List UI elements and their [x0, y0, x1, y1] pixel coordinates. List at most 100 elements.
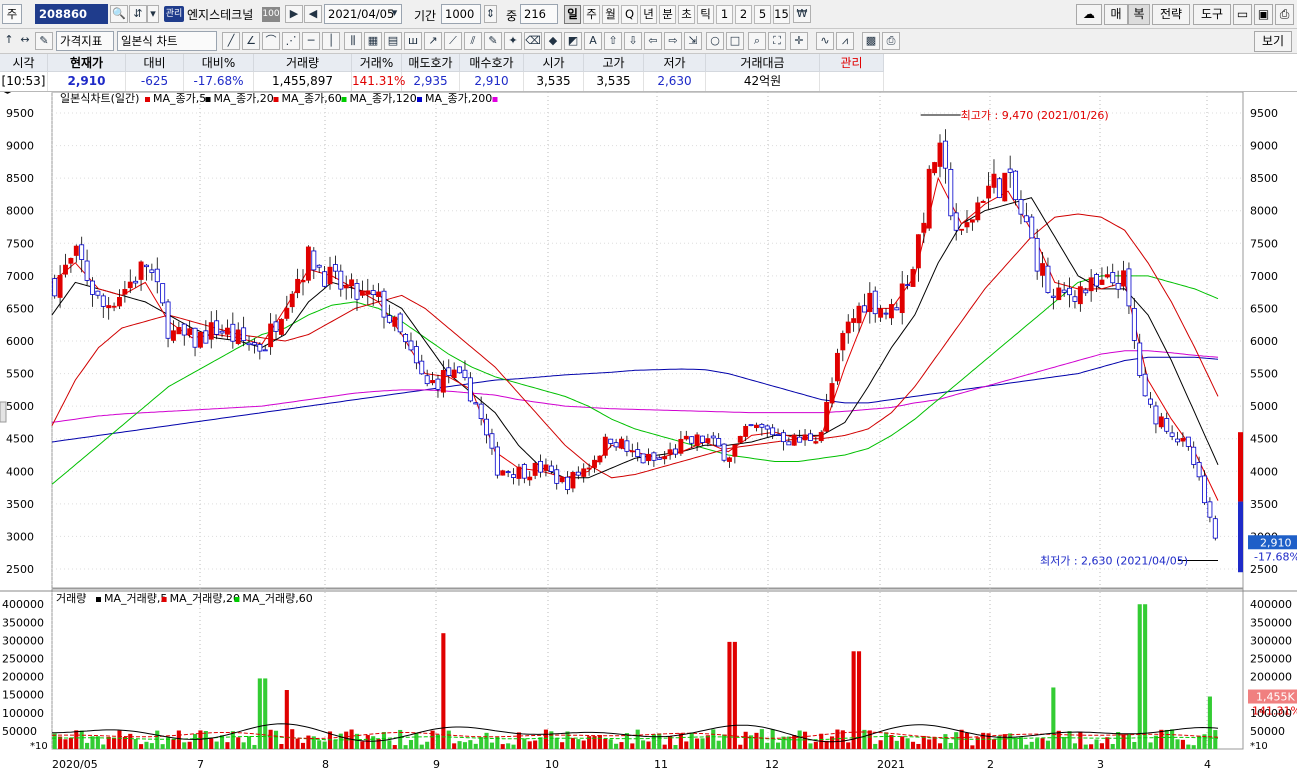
- period-button-8[interactable]: 1: [716, 5, 733, 24]
- volume-scale-right: *10: [1250, 741, 1268, 752]
- period-button-6[interactable]: 초: [678, 5, 695, 24]
- period-input[interactable]: 1000: [441, 4, 481, 24]
- volume-bar: [371, 736, 376, 749]
- next-icon[interactable]: ▶: [285, 5, 303, 23]
- eraser-icon[interactable]: ⌫: [524, 32, 542, 50]
- resize-arrows-icon[interactable]: ↔: [16, 32, 34, 50]
- circle-tool-icon[interactable]: ○: [706, 32, 724, 50]
- volume-bar: [630, 743, 635, 749]
- paint-icon[interactable]: ◆: [544, 32, 562, 50]
- chart-type-select[interactable]: 일본식 차트: [117, 31, 217, 51]
- calendar-dropdown-icon[interactable]: ▾: [388, 5, 401, 23]
- candle-body: [494, 446, 500, 476]
- prev-icon[interactable]: ◀: [304, 5, 322, 23]
- candle-body: [818, 432, 824, 442]
- chart-edit-icon[interactable]: ◩: [564, 32, 582, 50]
- volume-bar: [678, 733, 683, 749]
- stock-chart[interactable]: 2500250030003000350035004000400045004500…: [0, 87, 1297, 777]
- pencil-icon[interactable]: ✎: [484, 32, 502, 50]
- magic-icon[interactable]: ✦: [504, 32, 522, 50]
- export-icon[interactable]: ⇲: [684, 32, 702, 50]
- fullscreen-icon[interactable]: ⛶: [768, 32, 786, 50]
- edit-icon[interactable]: ✎: [35, 32, 53, 50]
- period-button-3[interactable]: Q: [621, 5, 638, 24]
- text-tool-icon[interactable]: A: [584, 32, 602, 50]
- period-button-4[interactable]: 년: [640, 5, 657, 24]
- wave-icon[interactable]: ∿: [816, 32, 834, 50]
- volume-bar: [182, 742, 187, 749]
- move-up-icon[interactable]: ⇧: [604, 32, 622, 50]
- candle-body: [667, 449, 673, 455]
- channel-icon[interactable]: ⫼: [344, 32, 362, 50]
- currency-icon[interactable]: ₩: [793, 5, 811, 23]
- arc-tool-icon[interactable]: ⌒: [262, 32, 280, 50]
- period-button-1[interactable]: 주: [583, 5, 600, 24]
- move-left-icon[interactable]: ⇦: [644, 32, 662, 50]
- line-tool-icon[interactable]: ╱: [222, 32, 240, 50]
- signal-icon[interactable]: ⩘: [836, 32, 854, 50]
- period-button-7[interactable]: 틱: [697, 5, 714, 24]
- print-preview-icon[interactable]: ⎙: [882, 32, 900, 50]
- toolbar-button-1[interactable]: 매: [1104, 4, 1128, 25]
- search-icon[interactable]: 🔍: [110, 5, 128, 23]
- vertical-line-icon[interactable]: │: [322, 32, 340, 50]
- table-icon[interactable]: ▤: [384, 32, 402, 50]
- volume-bar: [1083, 744, 1088, 749]
- view-button[interactable]: 보기: [1254, 31, 1292, 52]
- period-spin-icon[interactable]: ⇕: [484, 5, 497, 23]
- sort-icon[interactable]: ⇵: [129, 5, 147, 23]
- dropdown-icon[interactable]: ▾: [147, 5, 159, 23]
- candle-body: [484, 418, 490, 436]
- grid-icon[interactable]: ▦: [364, 32, 382, 50]
- candle-body: [662, 456, 668, 460]
- period-button-2[interactable]: 월: [602, 5, 619, 24]
- candle-body: [964, 222, 970, 228]
- price-tick-left: 7000: [6, 270, 34, 283]
- horizontal-line-icon[interactable]: ─: [302, 32, 320, 50]
- price-tick-right: 9500: [1250, 107, 1278, 120]
- indicator-button[interactable]: 가격지표: [56, 31, 114, 51]
- candle-body: [133, 280, 139, 284]
- tools-button[interactable]: 도구: [1193, 4, 1231, 25]
- rect-tool-icon[interactable]: □: [726, 32, 744, 50]
- open-folder-icon[interactable]: ▭: [1233, 4, 1252, 25]
- stock-code-input[interactable]: 208860: [35, 4, 108, 24]
- candle-body: [856, 305, 862, 324]
- trend-icon[interactable]: ↗: [424, 32, 442, 50]
- parallel-icon[interactable]: ⫽: [464, 32, 482, 50]
- volume-bar: [408, 739, 414, 749]
- period-button-5[interactable]: 분: [659, 5, 676, 24]
- angle-tool-icon[interactable]: ∠: [242, 32, 260, 50]
- move-down-icon[interactable]: ⇩: [624, 32, 642, 50]
- volume-bar: [1002, 734, 1007, 749]
- period-button-0[interactable]: 일: [564, 5, 581, 24]
- market-selector[interactable]: 주: [2, 4, 22, 24]
- volume-tick-left: 150000: [2, 689, 44, 702]
- period-button-11[interactable]: 15: [773, 5, 790, 24]
- price-legend-title: 일본식차트(일간): [60, 92, 139, 105]
- zoom-icon[interactable]: ⌕: [748, 32, 766, 50]
- fan-tool-icon[interactable]: ⋰: [282, 32, 300, 50]
- period-button-10[interactable]: 5: [754, 5, 771, 24]
- cloud-icon[interactable]: ☁: [1076, 4, 1102, 25]
- period-button-9[interactable]: 2: [735, 5, 752, 24]
- volume-bar: [306, 735, 311, 749]
- candle-body: [413, 346, 419, 364]
- candle-body: [392, 316, 398, 327]
- strategy-button[interactable]: 전략: [1152, 4, 1190, 25]
- crosshair-icon[interactable]: ✛: [790, 32, 808, 50]
- up-arrow-icon[interactable]: ↑: [2, 32, 16, 50]
- ray-icon[interactable]: ⟋: [444, 32, 462, 50]
- candle-body: [732, 444, 738, 457]
- candle-body: [807, 433, 813, 441]
- fork-icon[interactable]: ш: [404, 32, 422, 50]
- price-tick-left: 9500: [6, 107, 34, 120]
- toolbar-button-2[interactable]: 복: [1128, 4, 1150, 25]
- count-input[interactable]: 216: [520, 4, 558, 24]
- move-right-icon[interactable]: ⇨: [664, 32, 682, 50]
- save-icon[interactable]: ▣: [1254, 4, 1273, 25]
- chart-bg: [0, 92, 1297, 777]
- price-legend-item-0: MA_종가,5: [153, 92, 206, 105]
- calculator-icon[interactable]: ▩: [862, 32, 880, 50]
- print-icon[interactable]: ⎙: [1275, 4, 1294, 25]
